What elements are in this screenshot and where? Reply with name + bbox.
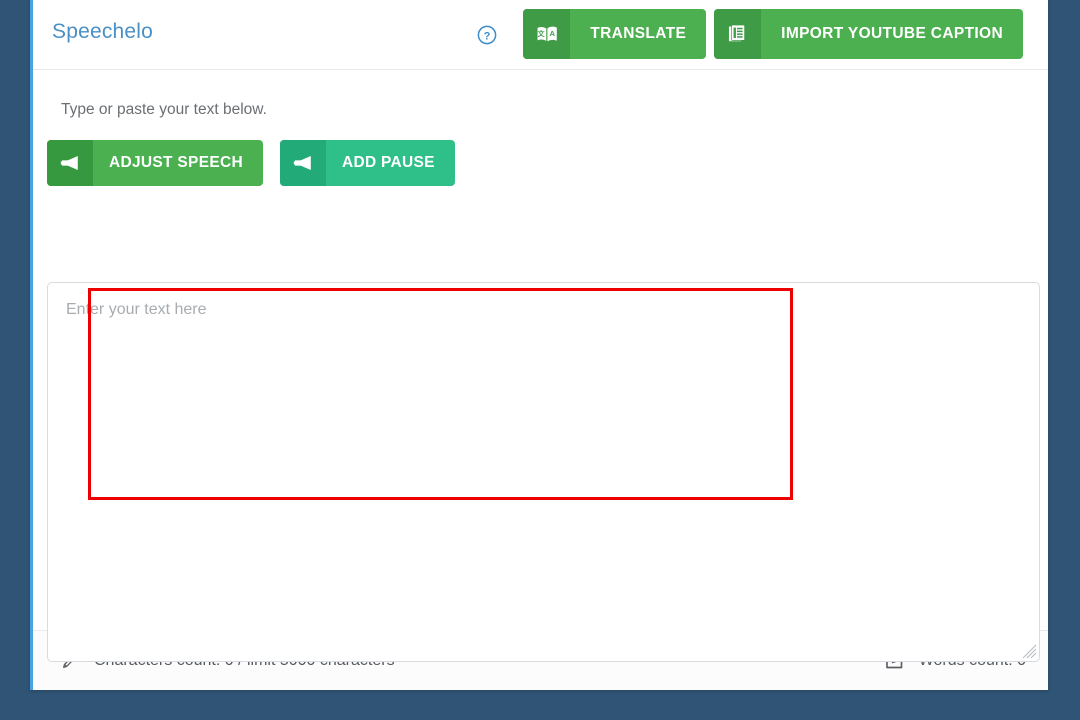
add-pause-button-label: ADD PAUSE bbox=[341, 154, 435, 171]
speechelo-card: Speechelo ? 文 A TRANSLATE IMPORT YOUTUBE… bbox=[30, 0, 1048, 690]
svg-text:文: 文 bbox=[537, 29, 545, 38]
app-header: Speechelo ? 文 A TRANSLATE IMPORT YOUTUBE… bbox=[33, 0, 1048, 70]
header-actions: ? 文 A TRANSLATE IMPORT YOUTUBE CAPTION bbox=[477, 9, 1023, 59]
translate-book-icon: 文 A bbox=[523, 9, 571, 59]
import-youtube-caption-button[interactable]: IMPORT YOUTUBE CAPTION bbox=[714, 9, 1023, 59]
megaphone-icon bbox=[279, 140, 326, 186]
svg-text:A: A bbox=[549, 29, 555, 38]
question-circle-icon[interactable]: ? bbox=[477, 25, 497, 45]
adjust-speech-button-label: ADJUST SPEECH bbox=[109, 154, 243, 171]
documents-icon bbox=[714, 9, 762, 59]
megaphone-icon bbox=[47, 140, 93, 186]
text-input[interactable] bbox=[47, 282, 1040, 662]
translate-button[interactable]: 文 A TRANSLATE bbox=[523, 9, 707, 59]
text-editor-wrapper bbox=[47, 282, 1040, 662]
translate-button-label: TRANSLATE bbox=[590, 25, 687, 42]
page-title: Speechelo bbox=[52, 20, 154, 43]
import-youtube-caption-button-label: IMPORT YOUTUBE CAPTION bbox=[781, 25, 1003, 42]
editor-toolbar: ADJUST SPEECH ADD PAUSE bbox=[47, 140, 455, 186]
add-pause-button[interactable]: ADD PAUSE bbox=[279, 140, 455, 186]
adjust-speech-button[interactable]: ADJUST SPEECH bbox=[47, 140, 263, 186]
svg-text:?: ? bbox=[484, 30, 491, 42]
editor-section: Type or paste your text below. ADJUST SP… bbox=[33, 70, 1048, 662]
editor-hint: Type or paste your text below. bbox=[61, 101, 267, 118]
